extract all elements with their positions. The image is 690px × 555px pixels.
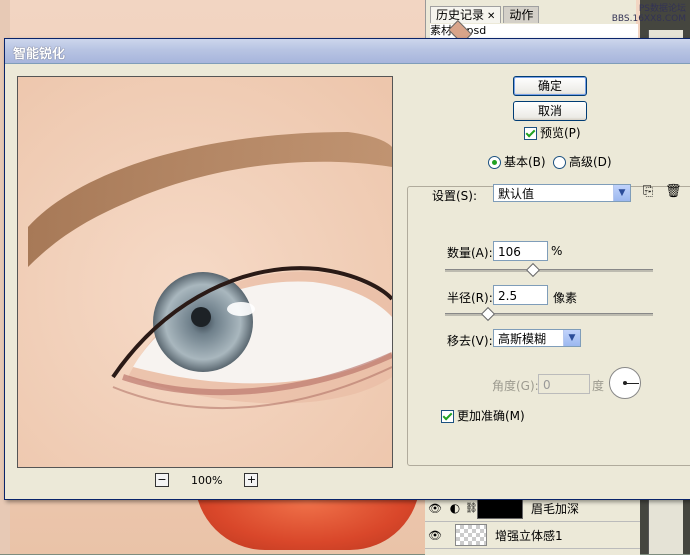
watermark-line2: BBS.16XX8.COM: [611, 14, 686, 24]
amount-unit: %: [551, 244, 563, 258]
angle-input[interactable]: 0: [538, 374, 590, 394]
radius-slider-track[interactable]: [445, 313, 653, 316]
radius-input[interactable]: 2.5: [493, 285, 548, 305]
smart-sharpen-dialog: 智能锐化 − 100% + 确定 取消 预览(P) 基本(B) 高级(D) 设置…: [4, 38, 690, 500]
preview-checkbox-box[interactable]: [524, 127, 537, 140]
settings-select-value: 默认值: [498, 187, 535, 201]
dialog-titlebar[interactable]: 智能锐化: [5, 39, 690, 64]
settings-group: [407, 186, 690, 466]
adjustment-layer-icon: ◐: [449, 501, 461, 515]
history-tabs: 历史记录 ✕ 动作: [430, 6, 540, 23]
layer-name: 眉毛加深: [531, 501, 580, 516]
tab-history[interactable]: 历史记录 ✕: [430, 6, 502, 23]
preview-checkbox[interactable]: 预览(P): [524, 124, 581, 141]
amount-slider-track[interactable]: [445, 269, 653, 272]
eye-icon[interactable]: 👁: [425, 502, 445, 515]
tab-actions-label: 动作: [509, 8, 534, 22]
settings-select[interactable]: 默认值 ▼: [493, 184, 631, 202]
layer-thumbnail[interactable]: [455, 524, 487, 546]
zoom-controls: − 100% +: [155, 473, 259, 487]
trash-icon[interactable]: 🗑: [665, 184, 682, 199]
amount-input[interactable]: 106: [493, 241, 548, 261]
mode-advanced-label: 高级(D): [569, 155, 612, 169]
radius-label: 半径(R):: [447, 291, 493, 305]
layer-name: 增强立体感1: [495, 528, 563, 543]
eye-photo: [18, 77, 392, 467]
close-icon[interactable]: ✕: [487, 11, 495, 22]
settings-label: 设置(S):: [432, 189, 478, 203]
remove-select-value: 高斯模糊: [498, 332, 547, 346]
more-accurate-checkbox-box[interactable]: [441, 410, 454, 423]
angle-dial[interactable]: [609, 367, 641, 399]
layers-panel: 👁 ◐ ⛓ 眉毛加深 👁 增强立体感1: [425, 494, 640, 555]
amount-label: 数量(A):: [447, 246, 493, 260]
more-accurate-label: 更加准确(M): [457, 409, 525, 423]
angle-label: 角度(G):: [492, 379, 539, 393]
mode-basic-radio[interactable]: 基本(B): [488, 153, 546, 170]
cancel-button[interactable]: 取消: [513, 101, 587, 121]
mode-advanced-radio[interactable]: 高级(D): [553, 153, 612, 170]
zoom-level: 100%: [191, 473, 223, 487]
dialog-title: 智能锐化: [13, 47, 66, 62]
link-icon[interactable]: ⛓: [465, 503, 478, 514]
watermark-line1: PS数据论坛: [638, 4, 686, 14]
more-accurate-checkbox[interactable]: 更加准确(M): [441, 407, 525, 424]
save-settings-icon[interactable]: ⎘: [643, 184, 653, 199]
preview-checkbox-label: 预览(P): [540, 126, 581, 140]
chevron-down-icon[interactable]: ▼: [563, 330, 580, 346]
mode-basic-label: 基本(B): [504, 155, 546, 169]
angle-unit: 度: [592, 379, 605, 393]
zoom-in-button[interactable]: +: [244, 473, 259, 487]
layer-mask-thumbnail[interactable]: [477, 497, 523, 519]
zoom-out-button[interactable]: −: [155, 473, 169, 487]
history-snapshot-row[interactable]: 素材图.psd: [430, 19, 638, 45]
tab-history-label: 历史记录: [436, 8, 485, 22]
watermark: PS数据论坛 BBS.16XX8.COM: [600, 4, 686, 24]
layer-row[interactable]: 👁 增强立体感1: [425, 522, 640, 549]
mode-advanced-radio-dot[interactable]: [553, 156, 566, 169]
radius-unit: 像素: [553, 291, 578, 305]
preview-image[interactable]: [17, 76, 393, 468]
tab-actions[interactable]: 动作: [503, 6, 540, 23]
eye-icon[interactable]: 👁: [425, 529, 445, 542]
chevron-down-icon[interactable]: ▼: [613, 185, 630, 201]
ok-button[interactable]: 确定: [513, 76, 587, 96]
remove-label: 移去(V):: [447, 334, 493, 348]
mode-basic-radio-dot[interactable]: [488, 156, 501, 169]
remove-select[interactable]: 高斯模糊 ▼: [493, 329, 581, 347]
